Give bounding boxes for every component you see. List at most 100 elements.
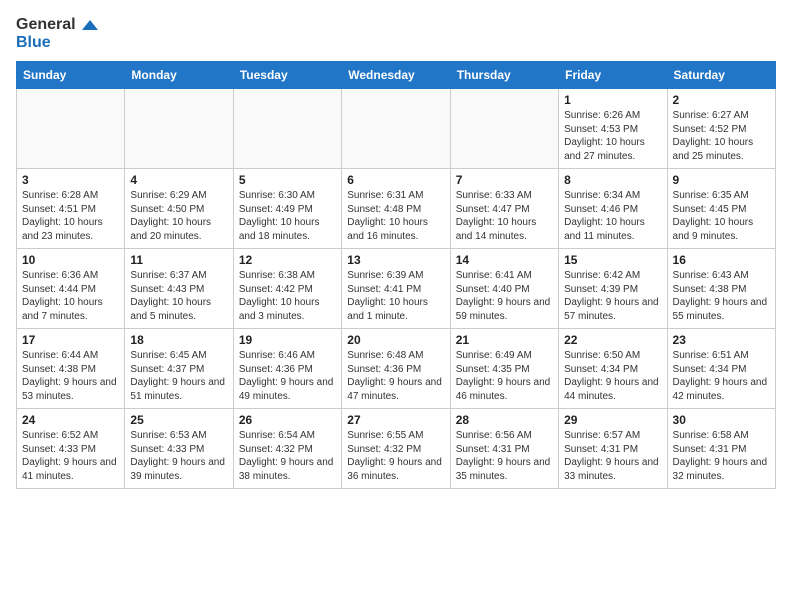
- calendar-cell: 17 Sunrise: 6:44 AMSunset: 4:38 PMDayligh…: [17, 329, 125, 409]
- day-number: 10: [22, 253, 119, 267]
- day-number: 2: [673, 93, 770, 107]
- day-info: Sunrise: 6:38 AMSunset: 4:42 PMDaylight:…: [239, 269, 336, 323]
- calendar-cell: 15 Sunrise: 6:42 AMSunset: 4:39 PMDayligh…: [559, 249, 667, 329]
- day-number: 13: [347, 253, 444, 267]
- day-number: 24: [22, 413, 119, 427]
- day-info: Sunrise: 6:37 AMSunset: 4:43 PMDaylight:…: [130, 269, 227, 323]
- day-info: Sunrise: 6:57 AMSunset: 4:31 PMDaylight:…: [564, 429, 661, 483]
- day-info: Sunrise: 6:31 AMSunset: 4:48 PMDaylight:…: [347, 189, 444, 243]
- day-number: 25: [130, 413, 227, 427]
- day-info: Sunrise: 6:48 AMSunset: 4:36 PMDaylight:…: [347, 349, 444, 403]
- day-number: 16: [673, 253, 770, 267]
- calendar-week-row: 24 Sunrise: 6:52 AMSunset: 4:33 PMDayligh…: [17, 409, 776, 489]
- day-number: 19: [239, 333, 336, 347]
- day-number: 6: [347, 173, 444, 187]
- day-number: 4: [130, 173, 227, 187]
- weekday-header: Thursday: [450, 62, 558, 89]
- day-info: Sunrise: 6:35 AMSunset: 4:45 PMDaylight:…: [673, 189, 770, 243]
- day-info: Sunrise: 6:44 AMSunset: 4:38 PMDaylight:…: [22, 349, 119, 403]
- day-number: 3: [22, 173, 119, 187]
- day-number: 9: [673, 173, 770, 187]
- day-number: 5: [239, 173, 336, 187]
- calendar-cell: 23 Sunrise: 6:51 AMSunset: 4:34 PMDayligh…: [667, 329, 775, 409]
- logo: General Blue: [16, 16, 98, 51]
- logo-text: General Blue: [16, 16, 98, 51]
- day-info: Sunrise: 6:43 AMSunset: 4:38 PMDaylight:…: [673, 269, 770, 323]
- day-number: 23: [673, 333, 770, 347]
- day-number: 21: [456, 333, 553, 347]
- day-number: 14: [456, 253, 553, 267]
- calendar-cell: 28 Sunrise: 6:56 AMSunset: 4:31 PMDayligh…: [450, 409, 558, 489]
- calendar-cell: 26 Sunrise: 6:54 AMSunset: 4:32 PMDayligh…: [233, 409, 341, 489]
- weekday-header: Sunday: [17, 62, 125, 89]
- calendar-cell: 21 Sunrise: 6:49 AMSunset: 4:35 PMDayligh…: [450, 329, 558, 409]
- calendar-cell: [233, 89, 341, 169]
- calendar-cell: 27 Sunrise: 6:55 AMSunset: 4:32 PMDayligh…: [342, 409, 450, 489]
- day-info: Sunrise: 6:41 AMSunset: 4:40 PMDaylight:…: [456, 269, 553, 323]
- day-info: Sunrise: 6:51 AMSunset: 4:34 PMDaylight:…: [673, 349, 770, 403]
- day-info: Sunrise: 6:29 AMSunset: 4:50 PMDaylight:…: [130, 189, 227, 243]
- calendar-cell: 20 Sunrise: 6:48 AMSunset: 4:36 PMDayligh…: [342, 329, 450, 409]
- day-info: Sunrise: 6:50 AMSunset: 4:34 PMDaylight:…: [564, 349, 661, 403]
- day-info: Sunrise: 6:26 AMSunset: 4:53 PMDaylight:…: [564, 109, 661, 163]
- day-number: 22: [564, 333, 661, 347]
- day-number: 28: [456, 413, 553, 427]
- weekday-header: Saturday: [667, 62, 775, 89]
- calendar-cell: 4 Sunrise: 6:29 AMSunset: 4:50 PMDaylight…: [125, 169, 233, 249]
- day-number: 11: [130, 253, 227, 267]
- day-number: 30: [673, 413, 770, 427]
- day-info: Sunrise: 6:52 AMSunset: 4:33 PMDaylight:…: [22, 429, 119, 483]
- calendar-cell: 8 Sunrise: 6:34 AMSunset: 4:46 PMDaylight…: [559, 169, 667, 249]
- day-info: Sunrise: 6:30 AMSunset: 4:49 PMDaylight:…: [239, 189, 336, 243]
- day-info: Sunrise: 6:49 AMSunset: 4:35 PMDaylight:…: [456, 349, 553, 403]
- weekday-header: Tuesday: [233, 62, 341, 89]
- calendar-cell: 14 Sunrise: 6:41 AMSunset: 4:40 PMDayligh…: [450, 249, 558, 329]
- day-info: Sunrise: 6:42 AMSunset: 4:39 PMDaylight:…: [564, 269, 661, 323]
- calendar-cell: 5 Sunrise: 6:30 AMSunset: 4:49 PMDaylight…: [233, 169, 341, 249]
- day-info: Sunrise: 6:27 AMSunset: 4:52 PMDaylight:…: [673, 109, 770, 163]
- calendar-cell: 6 Sunrise: 6:31 AMSunset: 4:48 PMDaylight…: [342, 169, 450, 249]
- calendar-cell: [125, 89, 233, 169]
- day-number: 29: [564, 413, 661, 427]
- calendar-cell: 9 Sunrise: 6:35 AMSunset: 4:45 PMDaylight…: [667, 169, 775, 249]
- day-number: 12: [239, 253, 336, 267]
- calendar-week-row: 3 Sunrise: 6:28 AMSunset: 4:51 PMDaylight…: [17, 169, 776, 249]
- day-info: Sunrise: 6:55 AMSunset: 4:32 PMDaylight:…: [347, 429, 444, 483]
- calendar-cell: 1 Sunrise: 6:26 AMSunset: 4:53 PMDaylight…: [559, 89, 667, 169]
- weekday-header: Friday: [559, 62, 667, 89]
- calendar-header-row: SundayMondayTuesdayWednesdayThursdayFrid…: [17, 62, 776, 89]
- day-number: 1: [564, 93, 661, 107]
- calendar-cell: 16 Sunrise: 6:43 AMSunset: 4:38 PMDayligh…: [667, 249, 775, 329]
- calendar-cell: 25 Sunrise: 6:53 AMSunset: 4:33 PMDayligh…: [125, 409, 233, 489]
- calendar-week-row: 10 Sunrise: 6:36 AMSunset: 4:44 PMDayligh…: [17, 249, 776, 329]
- logo-blue: Blue: [16, 34, 98, 52]
- calendar-cell: 10 Sunrise: 6:36 AMSunset: 4:44 PMDayligh…: [17, 249, 125, 329]
- day-number: 26: [239, 413, 336, 427]
- calendar-cell: [342, 89, 450, 169]
- calendar-cell: 18Sunrise: 6:45 AMSunset: 4:37 PMDayligh…: [125, 329, 233, 409]
- day-info: Sunrise: 6:34 AMSunset: 4:46 PMDaylight:…: [564, 189, 661, 243]
- calendar-table: SundayMondayTuesdayWednesdayThursdayFrid…: [16, 61, 776, 489]
- weekday-header: Wednesday: [342, 62, 450, 89]
- calendar-cell: 3 Sunrise: 6:28 AMSunset: 4:51 PMDaylight…: [17, 169, 125, 249]
- calendar-cell: 24 Sunrise: 6:52 AMSunset: 4:33 PMDayligh…: [17, 409, 125, 489]
- day-info: Sunrise: 6:39 AMSunset: 4:41 PMDaylight:…: [347, 269, 444, 323]
- calendar-cell: 19 Sunrise: 6:46 AMSunset: 4:36 PMDayligh…: [233, 329, 341, 409]
- calendar-cell: 12 Sunrise: 6:38 AMSunset: 4:42 PMDayligh…: [233, 249, 341, 329]
- day-number: 8: [564, 173, 661, 187]
- day-info: Sunrise: 6:53 AMSunset: 4:33 PMDaylight:…: [130, 429, 227, 483]
- day-info: Sunrise: 6:54 AMSunset: 4:32 PMDaylight:…: [239, 429, 336, 483]
- day-number: 27: [347, 413, 444, 427]
- calendar-week-row: 1 Sunrise: 6:26 AMSunset: 4:53 PMDaylight…: [17, 89, 776, 169]
- day-number: 17: [22, 333, 119, 347]
- day-info: Sunrise: 6:33 AMSunset: 4:47 PMDaylight:…: [456, 189, 553, 243]
- day-info: Sunrise: 6:56 AMSunset: 4:31 PMDaylight:…: [456, 429, 553, 483]
- day-info: Sunrise: 6:28 AMSunset: 4:51 PMDaylight:…: [22, 189, 119, 243]
- day-number: 7: [456, 173, 553, 187]
- day-number: 20: [347, 333, 444, 347]
- calendar-cell: 13 Sunrise: 6:39 AMSunset: 4:41 PMDayligh…: [342, 249, 450, 329]
- day-number: 18: [130, 333, 227, 347]
- day-number: 15: [564, 253, 661, 267]
- day-info: Sunrise: 6:46 AMSunset: 4:36 PMDaylight:…: [239, 349, 336, 403]
- day-info: Sunrise: 6:36 AMSunset: 4:44 PMDaylight:…: [22, 269, 119, 323]
